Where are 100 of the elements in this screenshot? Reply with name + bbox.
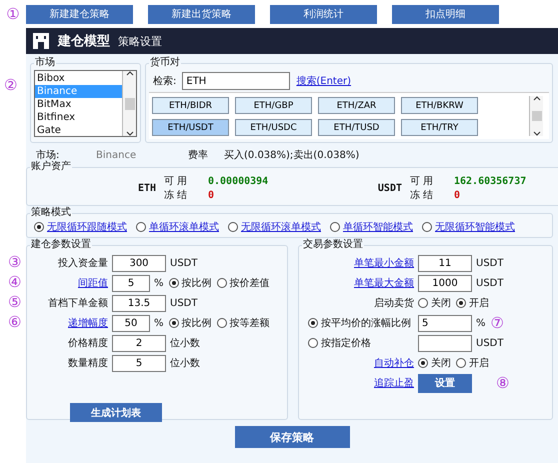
value-field[interactable]: 1000 <box>418 274 472 292</box>
tab-label: 策略设置 <box>118 34 162 48</box>
radio-button[interactable] <box>418 358 428 368</box>
search-link[interactable]: 搜索(Enter) <box>296 74 352 88</box>
frozen-amount: 0 <box>454 190 462 200</box>
radio-label: 关闭 <box>431 356 451 370</box>
unit-label: % <box>154 318 164 328</box>
setting-link[interactable]: 追踪止盈 <box>374 376 414 390</box>
list-item[interactable]: Bibox <box>35 72 122 85</box>
pair-button[interactable]: ETH/BIDR <box>152 97 229 114</box>
scroll-thumb[interactable] <box>532 111 542 121</box>
radio-button[interactable] <box>308 318 318 328</box>
value-field[interactable]: 11 <box>418 254 472 272</box>
radio-button[interactable] <box>308 338 318 348</box>
unit-label: USDT <box>476 338 504 348</box>
radio-button[interactable] <box>330 222 340 232</box>
list-item[interactable]: BitMax <box>35 98 122 111</box>
pair-button[interactable]: ETH/ZAR <box>318 97 395 114</box>
value-field[interactable] <box>418 334 472 352</box>
unit-label: USDT <box>170 258 198 268</box>
radio-button[interactable] <box>136 222 146 232</box>
unit-label: USDT <box>170 298 198 308</box>
available-label: 可 用 <box>164 175 188 188</box>
value-field[interactable]: 5 <box>112 274 150 292</box>
radio-label: 按价差值 <box>230 276 270 290</box>
save-button[interactable]: 保存策略 <box>234 426 350 448</box>
value-field[interactable]: 300 <box>112 254 166 272</box>
radio-button[interactable] <box>456 358 466 368</box>
radio-label: 按比例 <box>182 316 212 330</box>
value-field[interactable]: 13.5 <box>112 294 166 312</box>
radio-button[interactable] <box>456 298 466 308</box>
scroll-up-icon[interactable] <box>532 96 540 101</box>
setting-link[interactable]: 递增幅度 <box>68 316 108 330</box>
radio-button[interactable] <box>228 222 238 232</box>
radio-label: 开启 <box>469 356 489 370</box>
scroll-down-icon[interactable] <box>532 131 540 136</box>
radio-label: 按指定价格 <box>321 336 371 350</box>
step-marker: ① <box>5 6 21 22</box>
radio-label: 开启 <box>469 296 489 310</box>
radio-label: 按等差额 <box>230 316 270 330</box>
mode-link[interactable]: 无限循环智能模式 <box>435 220 515 234</box>
step-marker: ③ <box>8 253 22 271</box>
unit-label: 位小数 <box>170 336 200 350</box>
group-title: 策略模式 <box>30 208 72 218</box>
page-title: 建仓模型 <box>58 33 110 50</box>
step-marker: ⑧ <box>496 376 510 390</box>
coin-name: ETH <box>136 182 157 194</box>
mode-link[interactable]: 单循环滚单模式 <box>149 220 219 234</box>
pair-button[interactable]: ETH/TRY <box>401 119 478 136</box>
radio-button[interactable] <box>216 318 227 328</box>
setting-link[interactable]: 单笔最小金额 <box>354 256 414 270</box>
toolbar-button[interactable]: 利润统计 <box>270 4 377 24</box>
fee-label: 费率 <box>188 148 209 162</box>
setting-link[interactable]: 间距值 <box>78 276 108 290</box>
pair-button[interactable]: ETH/GBP <box>235 97 312 114</box>
mode-link[interactable]: 无限循环滚单模式 <box>241 220 321 234</box>
group-title: 交易参数设置 <box>302 240 364 250</box>
radio-button[interactable] <box>168 318 179 328</box>
unit-label: USDT <box>476 258 504 268</box>
step-marker: ② <box>4 76 18 94</box>
radio-label: 关闭 <box>431 296 451 310</box>
group-title: 账户资产 <box>30 162 72 172</box>
value-field[interactable]: 2 <box>112 334 166 352</box>
mode-link[interactable]: 单循环智能模式 <box>343 220 413 234</box>
setting-link[interactable]: 自动补仓 <box>374 356 414 370</box>
list-item[interactable]: Gate <box>35 124 122 137</box>
generate-button[interactable]: 生成计划表 <box>70 403 162 422</box>
list-item[interactable]: Bitfinex <box>35 111 122 124</box>
radio-button[interactable] <box>422 222 432 232</box>
radio-label: 按比例 <box>182 276 212 290</box>
field-label: 启动卖货 <box>373 296 414 310</box>
value-field[interactable]: 50 <box>112 314 150 332</box>
scroll-down-icon[interactable] <box>126 131 134 136</box>
toolbar-button[interactable]: 新建出货策略 <box>148 4 255 24</box>
value-field[interactable]: 5 <box>112 354 166 372</box>
toolbar-button[interactable]: 扣点明细 <box>392 4 499 24</box>
scrollbar[interactable] <box>122 71 136 136</box>
coin-name: USDT <box>376 182 403 194</box>
pair-button[interactable]: ETH/USDT <box>152 119 229 136</box>
available-label: 可 用 <box>410 175 434 188</box>
radio-button[interactable] <box>216 278 227 288</box>
scroll-thumb[interactable] <box>124 98 134 110</box>
toolbar-button[interactable]: 新建建仓策略 <box>26 4 133 24</box>
market-label: 市场: <box>36 148 60 161</box>
mode-link[interactable]: 无限循环跟随模式 <box>47 220 127 234</box>
pair-button[interactable]: ETH/TUSD <box>318 119 395 136</box>
pair-button[interactable]: ETH/USDC <box>235 119 312 136</box>
step-marker: ⑤ <box>8 293 22 311</box>
field-label: 数量精度 <box>67 356 108 370</box>
settings-button[interactable]: 设置 <box>418 374 472 392</box>
value-field[interactable]: 5 <box>418 314 472 332</box>
scroll-up-icon[interactable] <box>126 71 134 76</box>
unit-label: USDT <box>476 278 504 288</box>
pair-button[interactable]: ETH/BKRW <box>401 97 478 114</box>
radio-button[interactable] <box>168 278 179 288</box>
search-field[interactable]: ETH <box>182 72 290 90</box>
scrollbar[interactable] <box>529 96 543 136</box>
setting-link[interactable]: 单笔最大金额 <box>354 276 414 290</box>
radio-button[interactable] <box>418 298 428 308</box>
radio-button[interactable] <box>34 222 44 232</box>
